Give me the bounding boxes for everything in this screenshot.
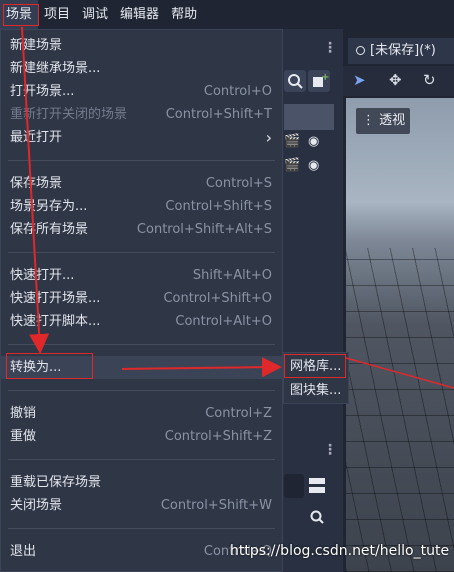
arrow-down bbox=[21, 26, 50, 354]
annotation-arrows bbox=[21, 26, 454, 389]
watermark: https://blog.csdn.net/hello_tute bbox=[230, 543, 450, 559]
arrow-right bbox=[121, 357, 282, 378]
annotation-line bbox=[345, 357, 454, 389]
